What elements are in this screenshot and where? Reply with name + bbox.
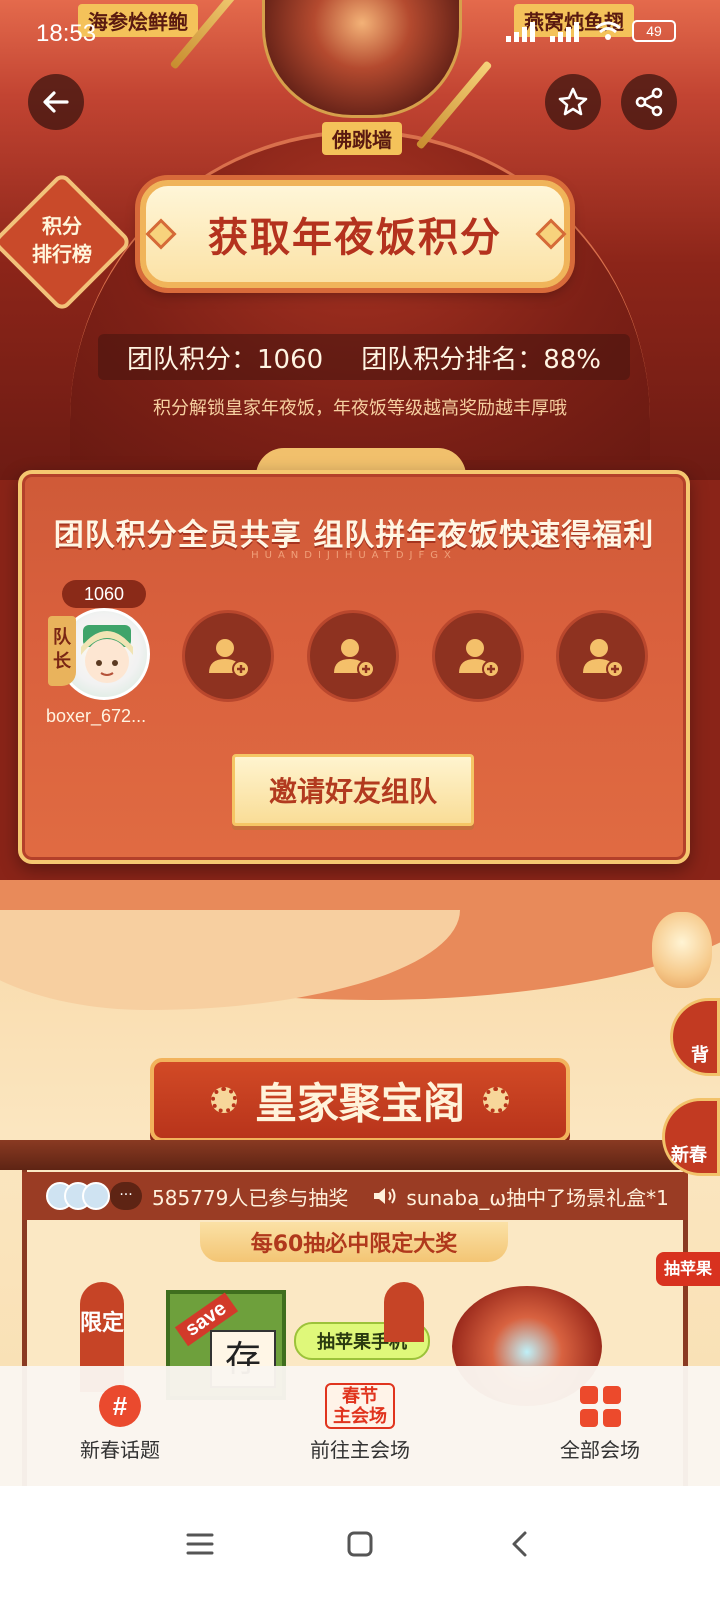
chevron-left-icon xyxy=(512,1531,527,1556)
wifi-icon xyxy=(595,21,621,40)
nav-item-all-venues[interactable]: 全部会场 xyxy=(480,1366,720,1486)
lantern-decoration xyxy=(652,912,712,988)
signal-icon xyxy=(550,20,584,42)
leader-score: 1060 xyxy=(62,580,146,608)
add-user-icon xyxy=(209,639,250,678)
team-score: 团队积分：1060 xyxy=(127,344,324,375)
lottery-ticker: ··· 585779人已参与抽奖 sunaba_ω抽中了场景礼盒*1 xyxy=(22,1172,688,1220)
page-title: 获取年夜饭积分 xyxy=(208,214,502,261)
add-user-icon xyxy=(583,639,624,678)
menu-button[interactable] xyxy=(170,1514,230,1574)
leader-name: boxer_672... xyxy=(46,706,147,726)
dish-label-3: 佛跳墙 xyxy=(322,122,402,155)
share-icon xyxy=(635,87,663,117)
limited-tag-label: 限定 xyxy=(80,1311,125,1336)
battery-icon: 49 xyxy=(632,20,676,42)
more-icon: ··· xyxy=(110,1182,142,1210)
title-plaque: 获取年夜饭积分 xyxy=(140,180,570,288)
team-rank: 团队积分排名：88% xyxy=(361,344,601,375)
nav-item-topics[interactable]: # 新春话题 xyxy=(0,1366,240,1486)
back-button[interactable] xyxy=(28,74,84,130)
flower-icon xyxy=(210,1087,237,1113)
status-icons: 49 xyxy=(506,20,676,42)
team-panel-pinyin: HUANDIJIHUATDJFGX xyxy=(251,550,457,561)
add-member-slot[interactable] xyxy=(432,610,524,702)
participants-count: 585779人已参与抽奖 xyxy=(152,1185,349,1210)
treasure-title: 皇家聚宝阁 xyxy=(254,1078,465,1128)
nav-item-main-venue[interactable]: 春节 主会场 前往主会场 xyxy=(240,1366,480,1486)
side-item-label: 新春 xyxy=(671,1145,707,1166)
guarantee-banner: 每60抽必中限定大奖 xyxy=(200,1222,508,1262)
back-nav-button[interactable] xyxy=(490,1514,550,1574)
nav-label: 前往主会场 xyxy=(310,1438,410,1462)
add-user-icon xyxy=(334,639,375,678)
status-bar: 18:53 49 xyxy=(0,0,720,64)
avatar xyxy=(82,1182,110,1210)
winner-broadcast: sunaba_ω抽中了场景礼盒*1 xyxy=(406,1185,669,1210)
signal-icon xyxy=(506,20,540,42)
treasure-banner: 皇家聚宝阁 xyxy=(150,1058,570,1142)
flower-icon xyxy=(483,1087,509,1113)
prize-tag-2 xyxy=(384,1282,424,1342)
participant-avatars xyxy=(46,1182,110,1210)
hashtag-icon: # xyxy=(98,1384,142,1428)
home-icon xyxy=(347,1531,373,1556)
add-member-slot[interactable] xyxy=(182,610,274,702)
leaderboard-label-line1: 积分 xyxy=(42,214,82,238)
team-stats: 团队积分：1060 团队积分排名：88% xyxy=(98,334,630,380)
system-nav-bar xyxy=(0,1486,720,1601)
favorite-button[interactable] xyxy=(545,74,601,130)
speaker-icon xyxy=(374,1188,396,1204)
add-member-slot[interactable] xyxy=(556,610,648,702)
side-item-label: 背 xyxy=(691,1045,709,1066)
bottom-nav: # 新春话题 春节 主会场 前往主会场 全部会场 xyxy=(0,1366,720,1486)
add-user-icon xyxy=(459,639,500,678)
team-panel-title: 团队积分全员共享 组队拼年夜饭快速得福利 xyxy=(53,518,655,553)
side-apple-lottery[interactable]: 抽苹果 xyxy=(656,1252,720,1286)
arrow-left-icon xyxy=(43,91,69,113)
nav-label: 新春话题 xyxy=(80,1438,160,1462)
leaderboard-button[interactable]: 积分 排行榜 xyxy=(12,212,112,268)
menu-icon xyxy=(186,1533,214,1554)
add-member-slot[interactable] xyxy=(307,610,399,702)
status-time: 18:53 xyxy=(36,20,97,47)
home-button[interactable] xyxy=(330,1514,390,1574)
subtitle: 积分解锁皇家年夜饭，年夜饭等级越高奖励越丰厚哦 xyxy=(153,398,567,419)
invite-friends-button[interactable]: 邀请好友组队 xyxy=(232,754,474,826)
leaderboard-label-line2: 排行榜 xyxy=(32,242,92,266)
page: 海参烩鲜鲍 燕窝炖鱼翅 佛跳墙 18:53 49 xyxy=(0,0,720,1601)
nav-label: 全部会场 xyxy=(560,1438,640,1462)
spring-festival-icon: 春节 主会场 xyxy=(323,1383,397,1429)
star-icon xyxy=(558,87,588,116)
leader-tag: 队长 xyxy=(48,616,76,686)
grid-icon xyxy=(578,1384,622,1428)
share-button[interactable] xyxy=(621,74,677,130)
roof-decoration xyxy=(0,1140,720,1170)
